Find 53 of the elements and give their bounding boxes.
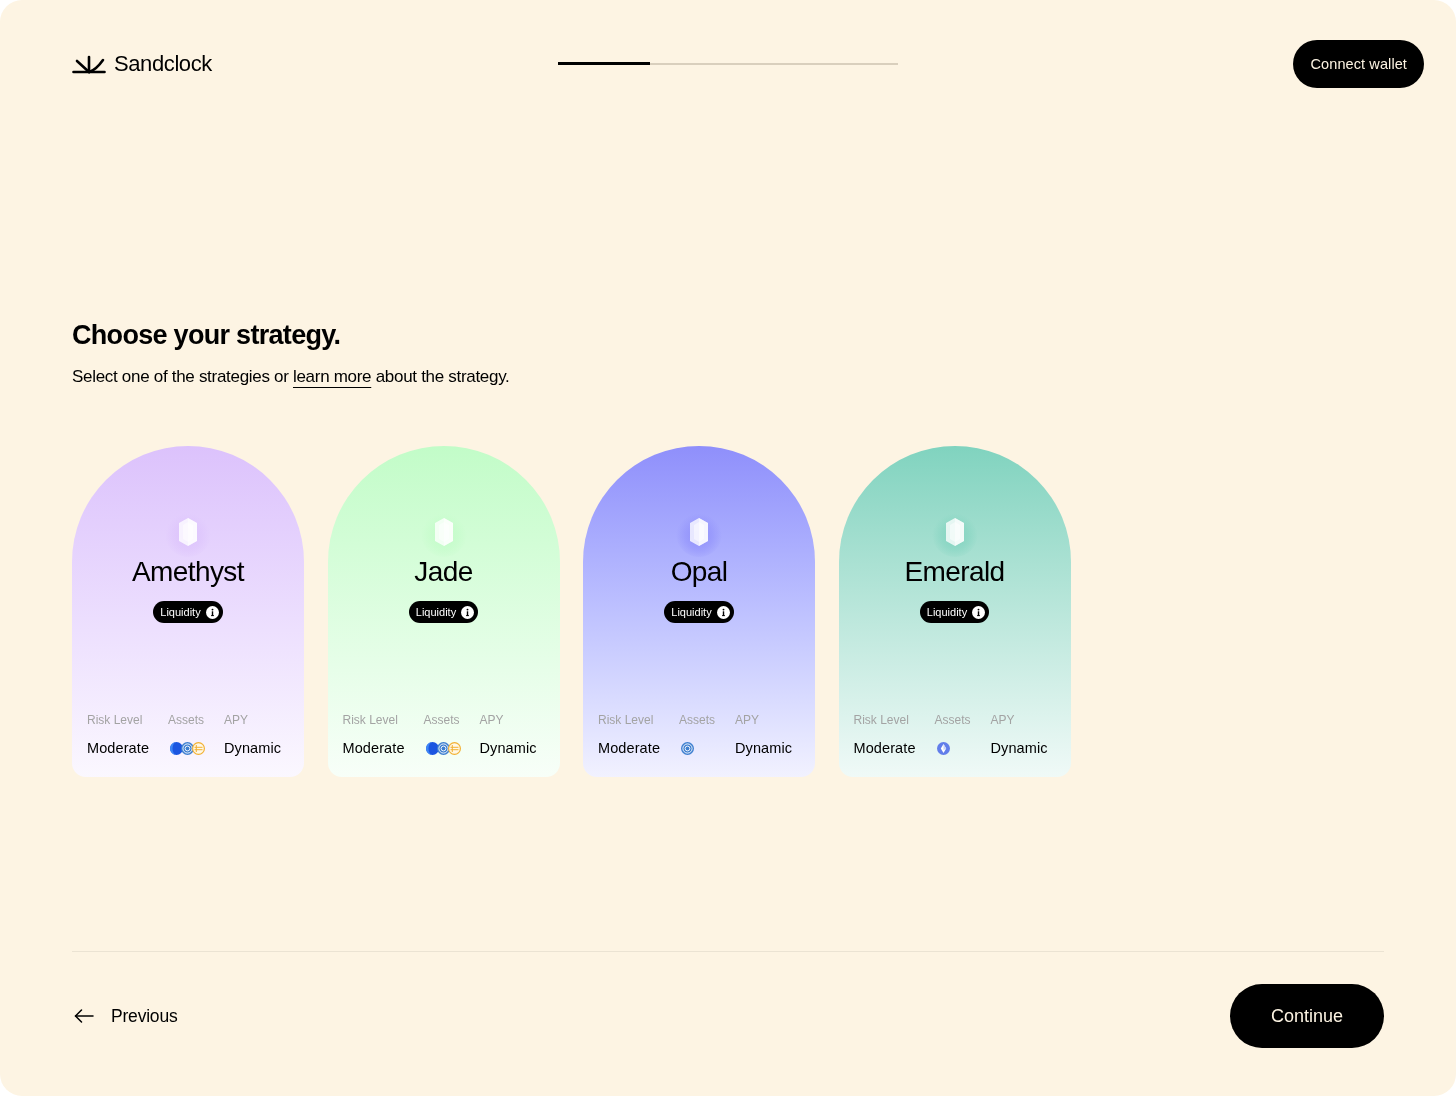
tag-label: Liquidity [926, 605, 968, 619]
tag-label: Liquidity [415, 605, 457, 619]
strategy-name: Emerald [904, 555, 1005, 589]
stat-value: Moderate [342, 739, 406, 758]
strategy-card[interactable]: Emerald Liquidity Risk Level Assets APY Moderate Dynamic [838, 446, 1071, 777]
logo-text: Sandclock [114, 51, 212, 77]
ring-coin-icon [681, 741, 694, 755]
stat-label: Risk Level [598, 712, 655, 728]
previous-button[interactable]: Previous [72, 1005, 178, 1027]
striped-coin-icon [192, 741, 205, 755]
stat-label: Risk Level [87, 712, 144, 728]
stat-value: Moderate [598, 739, 662, 758]
continue-button[interactable]: Continue [1230, 984, 1384, 1048]
half-disc-coin-icon [425, 741, 439, 755]
diamond-coin-icon [936, 741, 950, 755]
strategy-card[interactable]: Jade Liquidity Risk Level Assets APY Moderate Dynamic [327, 446, 560, 777]
ring-coin-icon [436, 741, 450, 755]
info-icon[interactable] [205, 605, 219, 619]
connect-wallet-button[interactable]: Connect wallet [1293, 40, 1424, 88]
stat-value: Dynamic [479, 739, 538, 758]
strategy-card[interactable]: Amethyst Liquidity Risk Level Assets APY Moderate Dynamic [72, 446, 304, 777]
info-icon[interactable] [461, 605, 475, 619]
stat-value: Moderate [853, 739, 917, 758]
stat-label: APY [224, 712, 249, 728]
tag-label: Liquidity [671, 605, 712, 619]
page-subtitle: Select one of the strategies or learn more about the strategy. [72, 366, 511, 388]
info-icon[interactable] [716, 605, 730, 619]
ring-coin-icon [181, 741, 194, 755]
stat-label: Assets [679, 712, 716, 728]
learn-more-link[interactable]: learn more [293, 367, 372, 386]
tag-label: Liquidity [160, 605, 201, 619]
stat-value: Dynamic [224, 739, 283, 758]
striped-coin-icon [447, 741, 461, 755]
arrow-left-icon [74, 1009, 94, 1023]
page-heading: Choose your strategy. [72, 319, 342, 352]
stat-label: Assets [423, 712, 461, 728]
stat-value: Dynamic [990, 739, 1049, 758]
stat-label: Risk Level [853, 712, 910, 728]
strategy-card[interactable]: Opal Liquidity Risk Level Assets APY Moderate Dynamic [583, 446, 815, 777]
stat-label: APY [990, 712, 1016, 728]
logo-icon [72, 54, 106, 74]
strategy-name: Jade [414, 555, 473, 589]
stat-label: APY [479, 712, 505, 728]
strategy-name: Amethyst [132, 555, 244, 589]
stat-label: APY [735, 712, 760, 728]
stat-label: Assets [168, 712, 205, 728]
stat-label: Risk Level [342, 712, 399, 728]
stat-value: Dynamic [735, 739, 794, 758]
half-disc-coin-icon [170, 741, 183, 755]
strategy-name: Opal [670, 555, 728, 589]
stat-label: Assets [934, 712, 972, 728]
stat-value: Moderate [87, 739, 151, 758]
info-icon[interactable] [972, 605, 986, 619]
